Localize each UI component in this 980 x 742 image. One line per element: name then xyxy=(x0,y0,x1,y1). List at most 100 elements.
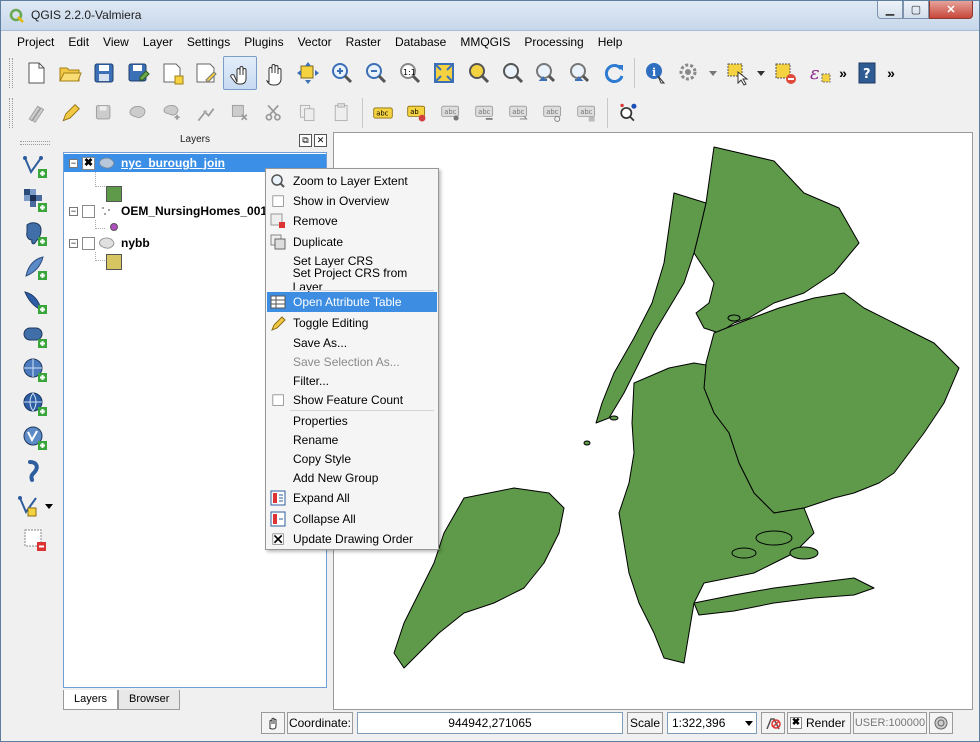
composer-manager-icon[interactable] xyxy=(189,56,223,90)
zoom-full-icon[interactable] xyxy=(427,56,461,90)
menu-set-project-crs[interactable]: Set Project CRS from Layer xyxy=(267,266,437,294)
collapse-toggle[interactable]: − xyxy=(69,158,78,168)
menu-remove[interactable]: Remove xyxy=(267,211,437,231)
menu-add-new-group[interactable]: Add New Group xyxy=(267,468,437,488)
new-project-icon[interactable] xyxy=(19,56,53,90)
zoom-next-icon[interactable] xyxy=(563,56,597,90)
add-delimited-text-icon[interactable] xyxy=(18,455,52,489)
delete-selected-icon[interactable] xyxy=(223,96,257,130)
menu-show-feature-count[interactable]: Show Feature Count xyxy=(267,390,437,410)
menu-view[interactable]: View xyxy=(95,33,135,53)
add-feature-icon[interactable] xyxy=(121,96,155,130)
toolbar-overflow-icon[interactable]: » xyxy=(836,65,850,81)
zoom-in-icon[interactable] xyxy=(325,56,359,90)
change-label-icon[interactable]: abc xyxy=(536,96,570,130)
add-vector-layer-icon[interactable] xyxy=(18,149,52,183)
toolbar-overflow-icon-2[interactable]: » xyxy=(884,65,898,81)
menu-zoom-to-layer-extent[interactable]: Zoom to Layer Extent xyxy=(267,171,437,191)
toolbar-grip[interactable] xyxy=(9,98,13,128)
identify-icon[interactable]: i xyxy=(638,56,672,90)
deselect-icon[interactable] xyxy=(768,56,802,90)
menu-filter[interactable]: Filter... xyxy=(267,371,437,391)
scale-combo[interactable]: 1:322,396 xyxy=(667,712,757,734)
minimize-button[interactable]: ▁ xyxy=(877,1,903,19)
current-edits-icon[interactable] xyxy=(19,96,53,130)
chevron-down-icon[interactable] xyxy=(44,501,54,511)
menu-edit[interactable]: Edit xyxy=(60,33,95,53)
layer-visibility-checkbox[interactable]: ✖ xyxy=(82,156,95,170)
new-shapefile-layer-icon[interactable] xyxy=(15,489,55,523)
zoom-out-icon[interactable] xyxy=(359,56,393,90)
menu-properties[interactable]: Properties xyxy=(267,411,437,431)
menu-plugins[interactable]: Plugins xyxy=(236,33,289,53)
save-as-icon[interactable] xyxy=(121,56,155,90)
float-panel-button[interactable]: ⧉ xyxy=(299,134,312,147)
zoom-last-icon[interactable] xyxy=(529,56,563,90)
rotate-label-icon[interactable]: abc xyxy=(502,96,536,130)
menu-processing[interactable]: Processing xyxy=(516,33,589,53)
toolbar-grip[interactable] xyxy=(20,141,50,145)
collapse-toggle[interactable]: − xyxy=(69,206,78,216)
help-icon[interactable]: ? xyxy=(850,56,884,90)
stop-render-icon[interactable] xyxy=(761,712,785,734)
new-print-composer-icon[interactable] xyxy=(155,56,189,90)
remove-layer-icon[interactable] xyxy=(18,523,52,557)
menu-expand-all[interactable]: Expand All xyxy=(267,488,437,508)
action-icon[interactable] xyxy=(672,56,706,90)
zoom-to-selection-icon[interactable] xyxy=(461,56,495,90)
menu-open-attribute-table[interactable]: Open Attribute Table xyxy=(267,292,437,312)
collapse-toggle[interactable]: − xyxy=(69,238,78,248)
message-log-icon[interactable] xyxy=(261,712,285,734)
menu-raster[interactable]: Raster xyxy=(338,33,387,53)
menu-mmqgis[interactable]: MMQGIS xyxy=(452,33,516,53)
tab-layers[interactable]: Layers xyxy=(63,690,119,710)
crs-globe-icon[interactable] xyxy=(929,712,953,734)
dbmanager-icon[interactable] xyxy=(611,96,645,130)
menu-copy-style[interactable]: Copy Style xyxy=(267,449,437,469)
add-raster-layer-icon[interactable] xyxy=(18,183,52,217)
crs-status-button[interactable]: USER:100000 xyxy=(853,712,927,734)
menu-help[interactable]: Help xyxy=(590,33,629,53)
menu-rename[interactable]: Rename xyxy=(267,430,437,450)
menu-layer[interactable]: Layer xyxy=(135,33,179,53)
menu-vector[interactable]: Vector xyxy=(290,33,338,53)
move-feature-icon[interactable] xyxy=(155,96,189,130)
add-spatialite-layer-icon[interactable] xyxy=(18,251,52,285)
menu-database[interactable]: Database xyxy=(387,33,452,53)
maximize-button[interactable]: ▢ xyxy=(903,1,929,19)
field-calculator-icon[interactable]: ε xyxy=(802,56,836,90)
render-checkbox[interactable]: ✖ xyxy=(790,717,802,729)
zoom-to-layer-icon[interactable] xyxy=(495,56,529,90)
menu-duplicate[interactable]: Duplicate xyxy=(267,232,437,252)
render-toggle[interactable]: ✖ Render xyxy=(787,712,851,734)
tab-browser[interactable]: Browser xyxy=(118,690,181,710)
paste-features-icon[interactable] xyxy=(325,96,359,130)
coordinate-label[interactable]: Coordinate: xyxy=(287,712,353,734)
save-project-icon[interactable] xyxy=(87,56,121,90)
layer-visibility-checkbox[interactable] xyxy=(82,204,95,218)
toolbar-grip[interactable] xyxy=(9,58,13,88)
select-dropdown-icon[interactable] xyxy=(754,56,768,90)
node-tool-icon[interactable] xyxy=(189,96,223,130)
add-wcs-layer-icon[interactable] xyxy=(18,387,52,421)
select-icon[interactable] xyxy=(720,56,754,90)
move-label-icon[interactable]: abc xyxy=(468,96,502,130)
close-panel-button[interactable]: ✕ xyxy=(314,134,327,147)
add-mssql-layer-icon[interactable] xyxy=(18,285,52,319)
pin-labels-icon[interactable]: ab xyxy=(400,96,434,130)
add-postgis-layer-icon[interactable] xyxy=(18,217,52,251)
menu-project[interactable]: Project xyxy=(9,33,60,53)
action-dropdown-icon[interactable] xyxy=(706,56,720,90)
menu-save-as[interactable]: Save As... xyxy=(267,333,437,353)
save-edits-icon[interactable] xyxy=(87,96,121,130)
add-wms-layer-icon[interactable] xyxy=(18,353,52,387)
touch-zoom-icon[interactable] xyxy=(223,56,257,90)
menu-collapse-all[interactable]: Collapse All xyxy=(267,509,437,529)
add-oracle-layer-icon[interactable] xyxy=(18,319,52,353)
pan-icon[interactable] xyxy=(257,56,291,90)
menu-settings[interactable]: Settings xyxy=(179,33,236,53)
chevron-down-icon[interactable] xyxy=(744,718,754,728)
open-project-icon[interactable] xyxy=(53,56,87,90)
menu-toggle-editing[interactable]: Toggle Editing xyxy=(267,313,437,333)
menu-show-in-overview[interactable]: Show in Overview xyxy=(267,191,437,211)
